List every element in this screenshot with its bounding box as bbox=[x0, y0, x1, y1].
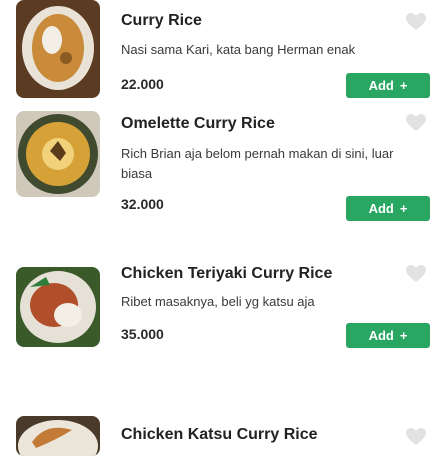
menu-item-chicken-teriyaki-curry-rice: Chicken Teriyaki Curry Rice Ribet masakn… bbox=[0, 254, 448, 374]
item-description: Nasi sama Kari, kata bang Herman enak bbox=[121, 42, 356, 57]
menu-item-omelette-curry-rice: Omelette Curry Rice Rich Brian aja belom… bbox=[0, 110, 448, 240]
add-button-label: Add bbox=[368, 328, 394, 343]
food-image-graphic bbox=[16, 0, 100, 98]
item-name: Chicken Teriyaki Curry Rice bbox=[121, 265, 333, 282]
item-name: Chicken Katsu Curry Rice bbox=[121, 426, 318, 443]
menu-item-chicken-katsu-curry-rice: Chicken Katsu Curry Rice bbox=[0, 412, 448, 456]
menu-list: Curry Rice Nasi sama Kari, kata bang Her… bbox=[0, 0, 448, 456]
item-price: 22.000 bbox=[121, 76, 164, 92]
plus-icon: + bbox=[399, 328, 408, 343]
add-button[interactable]: Add + bbox=[346, 196, 430, 221]
add-button[interactable]: Add + bbox=[346, 73, 430, 98]
menu-item-curry-rice: Curry Rice Nasi sama Kari, kata bang Her… bbox=[0, 0, 448, 110]
food-image[interactable] bbox=[16, 416, 100, 456]
food-image-graphic bbox=[16, 267, 100, 347]
item-price: 35.000 bbox=[121, 326, 164, 342]
favorite-heart-icon[interactable] bbox=[406, 114, 426, 132]
food-image-graphic bbox=[16, 111, 100, 197]
food-image[interactable] bbox=[16, 111, 100, 197]
item-description: Rich Brian aja belom pernah makan di sin… bbox=[121, 146, 394, 181]
item-price: 32.000 bbox=[121, 196, 164, 212]
item-name: Omelette Curry Rice bbox=[121, 115, 275, 132]
add-button[interactable]: Add + bbox=[346, 323, 430, 348]
item-description: Ribet masaknya, beli yg katsu aja bbox=[121, 294, 315, 309]
food-image-graphic bbox=[16, 416, 100, 456]
add-button-label: Add bbox=[368, 201, 394, 216]
food-image[interactable] bbox=[16, 267, 100, 347]
favorite-heart-icon[interactable] bbox=[406, 428, 426, 446]
plus-icon: + bbox=[399, 78, 408, 93]
favorite-heart-icon[interactable] bbox=[406, 265, 426, 283]
plus-icon: + bbox=[399, 201, 408, 216]
favorite-heart-icon[interactable] bbox=[406, 13, 426, 31]
item-name: Curry Rice bbox=[121, 12, 202, 29]
add-button-label: Add bbox=[368, 78, 394, 93]
food-image[interactable] bbox=[16, 0, 100, 98]
